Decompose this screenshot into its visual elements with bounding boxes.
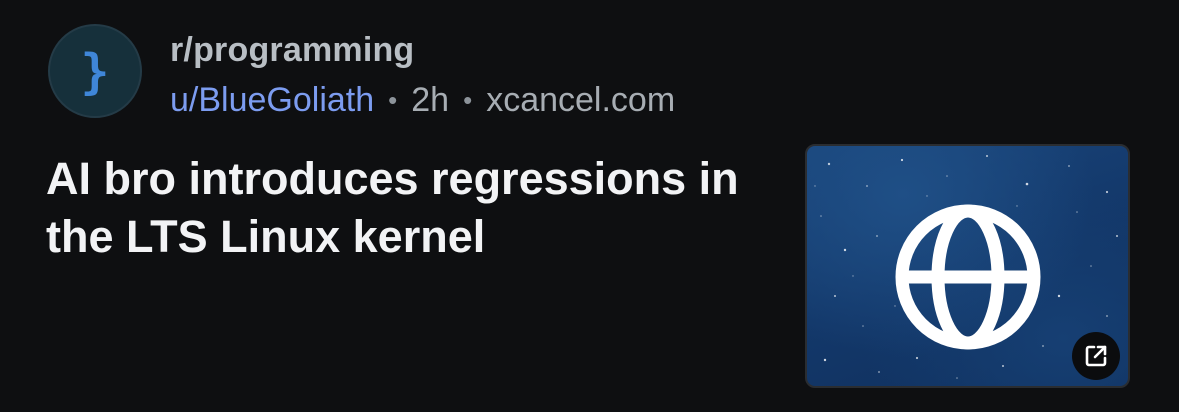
post-title[interactable]: AI bro introduces regressions in the LTS… xyxy=(46,150,766,266)
globe-icon xyxy=(895,204,1041,350)
subreddit-avatar[interactable]: } xyxy=(48,24,142,118)
svg-text:}: } xyxy=(81,44,110,98)
post-age: 2h xyxy=(411,81,450,119)
separator-dot: • xyxy=(463,85,473,115)
byline: u/BlueGoliath • 2h • xcancel.com xyxy=(170,78,779,122)
link-thumbnail[interactable] xyxy=(805,144,1130,388)
subreddit-link[interactable]: r/programming xyxy=(170,28,779,72)
curly-brace-icon: } xyxy=(81,44,110,98)
author-link[interactable]: u/BlueGoliath xyxy=(170,78,374,122)
external-link-icon xyxy=(1085,345,1107,367)
separator-dot: • xyxy=(388,85,398,115)
link-domain[interactable]: xcancel.com xyxy=(486,78,675,122)
open-external-button[interactable] xyxy=(1072,332,1120,380)
post-card[interactable]: } r/programming u/BlueGoliath • 2h • xca… xyxy=(0,0,1179,412)
post-meta: r/programming u/BlueGoliath • 2h • xcanc… xyxy=(170,28,779,122)
